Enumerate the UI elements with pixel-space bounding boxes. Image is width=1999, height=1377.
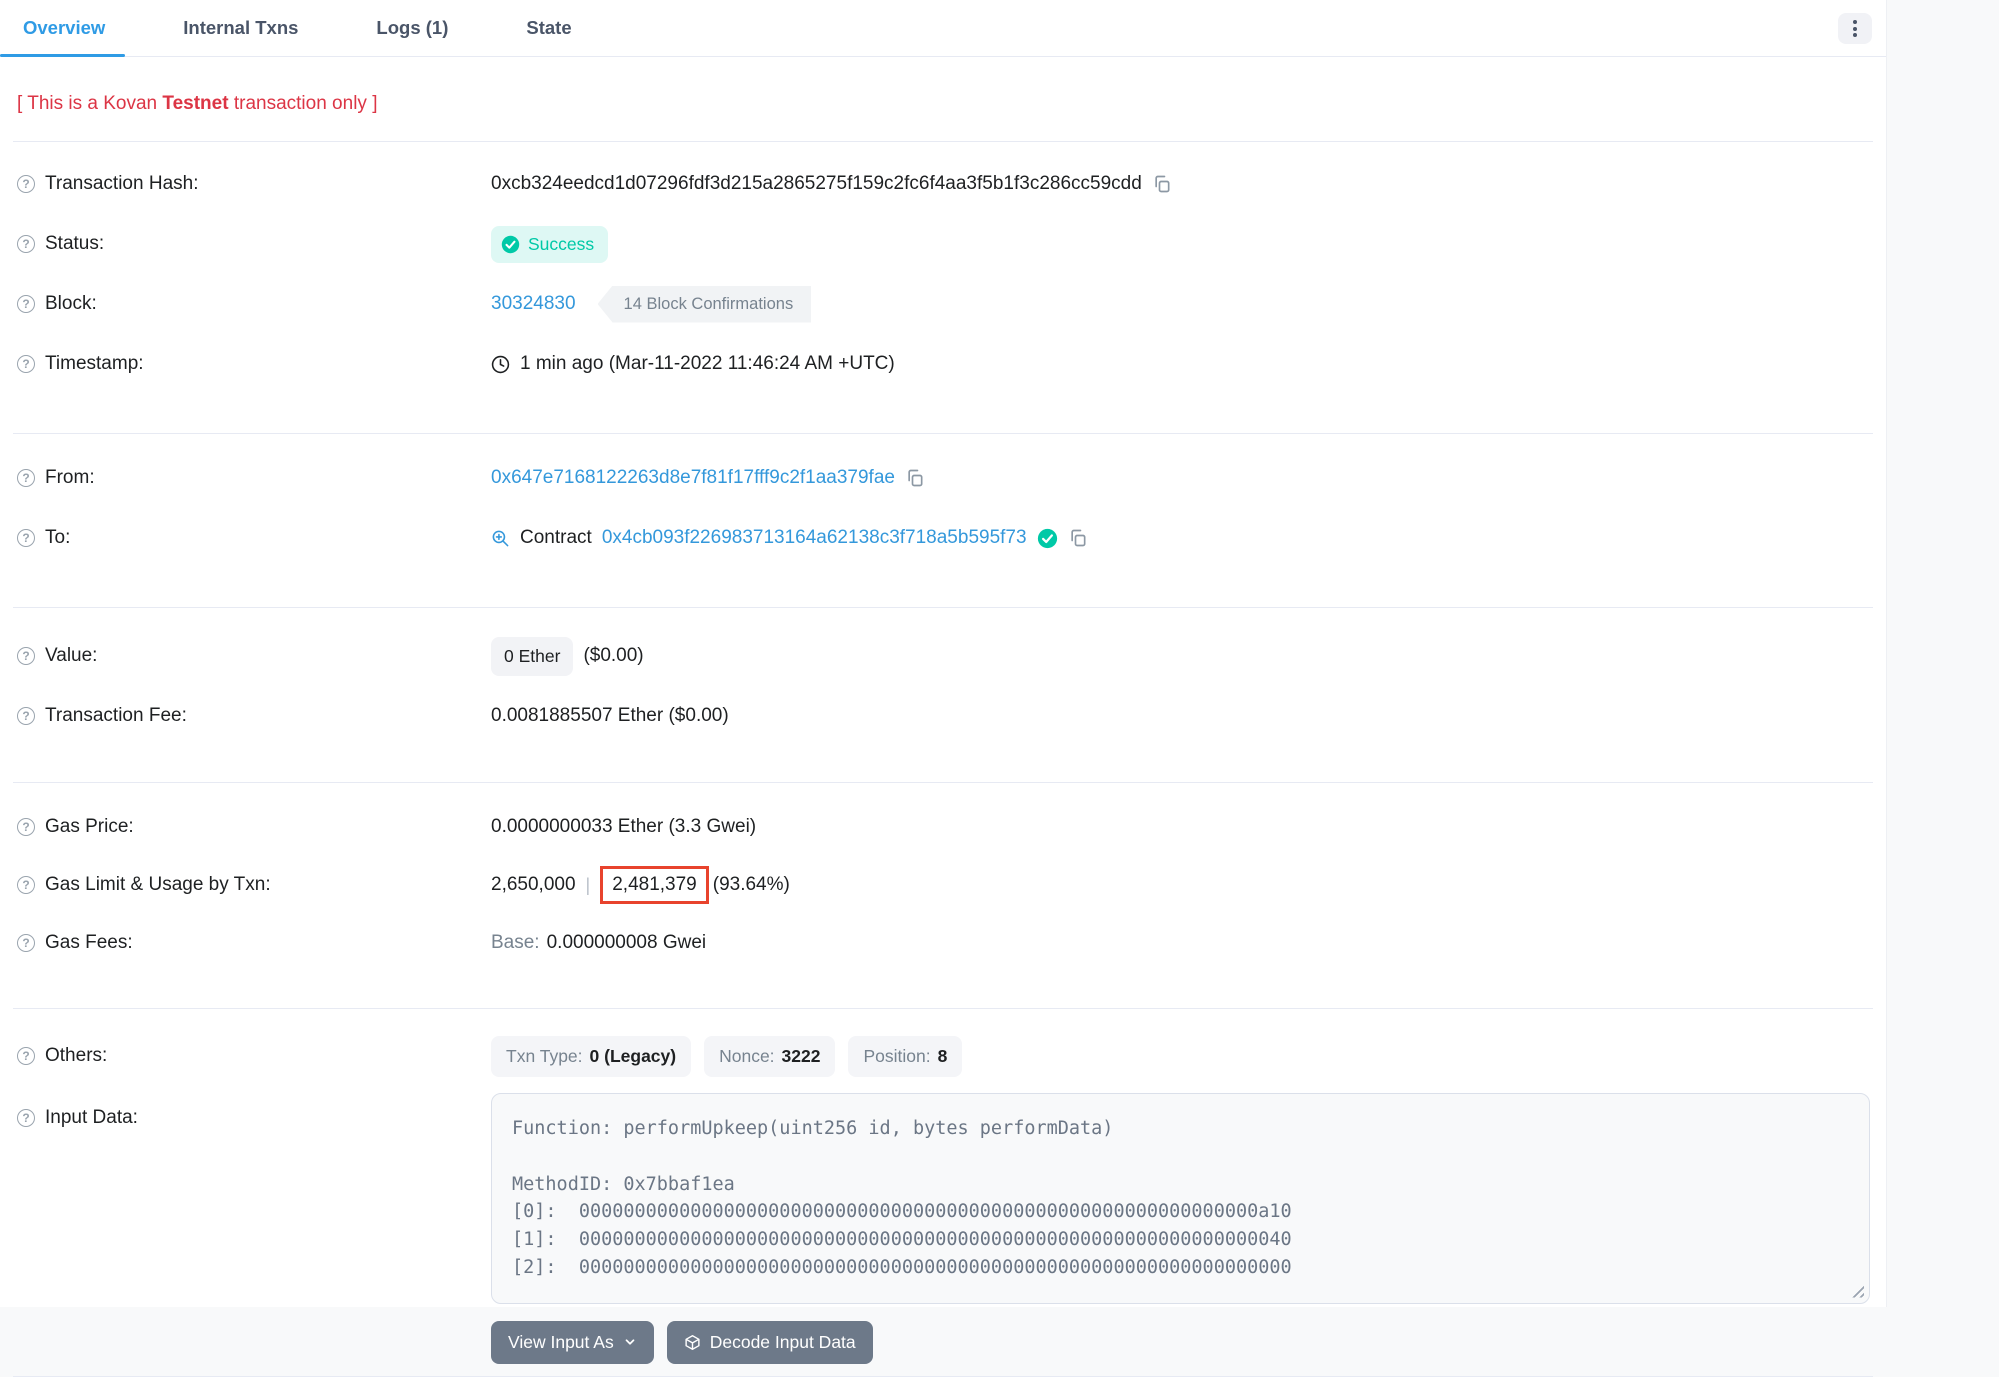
row-input-data: ? Input Data: Function: performUpkeep(ui… [0,1093,1886,1304]
tab-overview[interactable]: Overview [3,0,125,56]
row-block: ? Block: 30324830 14 Block Confirmations [0,274,1886,334]
help-icon[interactable]: ? [17,647,35,665]
group-value: ? Value: 0 Ether ($0.00) ? Transaction F… [0,608,1886,756]
position-badge: Position: 8 [848,1036,962,1077]
timestamp-value: 1 min ago (Mar-11-2022 11:46:24 AM +UTC) [520,353,895,375]
divider [13,1376,1873,1377]
help-icon[interactable]: ? [17,707,35,725]
gas-price-label: Gas Price: [45,816,134,838]
from-label: From: [45,467,95,489]
help-icon[interactable]: ? [17,469,35,487]
from-address-link[interactable]: 0x647e7168122263d8e7f81f17fff9c2f1aa379f… [491,467,895,489]
txn-type-badge: Txn Type: 0 (Legacy) [491,1036,691,1077]
transaction-fee-value: 0.0081885507 Ether ($0.00) [491,705,729,727]
group-summary: ? Transaction Hash: 0xcb324eedcd1d07296f… [0,142,1886,407]
row-transaction-hash: ? Transaction Hash: 0xcb324eedcd1d07296f… [0,154,1886,214]
group-addresses: ? From: 0x647e7168122263d8e7f81f17fff9c2… [0,434,1886,581]
nonce-badge: Nonce: 3222 [704,1036,835,1077]
input-data-content: Function: performUpkeep(uint256 id, byte… [512,1115,1849,1282]
gas-used-percent: (93.64%) [713,874,790,896]
row-gas-limit-usage: ? Gas Limit & Usage by Txn: 2,650,000 | … [0,856,1886,914]
gas-fees-label: Gas Fees: [45,932,133,954]
transaction-fee-label: Transaction Fee: [45,705,187,727]
usd-value: ($0.00) [583,645,643,667]
help-icon[interactable]: ? [17,529,35,547]
pipe-separator: | [586,875,591,896]
clock-icon [491,355,510,374]
gas-used-annotation-box: 2,481,379 [600,866,709,904]
row-value: ? Value: 0 Ether ($0.00) [0,626,1886,686]
gas-used-value: 2,481,379 [612,874,697,895]
verified-check-icon [1037,528,1058,549]
row-gas-fees: ? Gas Fees: Base: 0.000000008 Gwei [0,914,1886,972]
decode-input-data-button[interactable]: Decode Input Data [667,1321,873,1364]
value-label: Value: [45,645,97,667]
block-confirmations-badge: 14 Block Confirmations [598,286,812,323]
status-badge: Success [491,226,608,263]
zoom-in-icon[interactable] [491,529,510,548]
group-others-input: ? Others: Txn Type: 0 (Legacy) Nonce: 32… [0,1009,1886,1377]
block-number-link[interactable]: 30324830 [491,293,576,315]
status-label: Status: [45,233,104,255]
more-options-button[interactable] [1838,13,1872,44]
help-icon[interactable]: ? [17,1109,35,1127]
others-label: Others: [45,1045,107,1067]
gas-price-value: 0.0000000033 Ether (3.3 Gwei) [491,816,756,838]
row-timestamp: ? Timestamp: 1 min ago (Mar-11-2022 11:4… [0,334,1886,394]
base-fee-value: 0.000000008 Gwei [547,932,707,954]
to-label: To: [45,527,70,549]
copy-icon[interactable] [905,468,925,488]
copy-icon[interactable] [1068,528,1088,548]
row-to: ? To: Contract 0x4cb093f226983713164a621… [0,508,1886,568]
input-data-label: Input Data: [45,1107,138,1129]
chevron-down-icon [623,1335,637,1349]
to-contract-prefix: Contract [520,527,592,549]
help-icon[interactable]: ? [17,235,35,253]
tab-logs[interactable]: Logs (1) [356,0,468,56]
timestamp-label: Timestamp: [45,353,144,375]
tab-state[interactable]: State [506,0,591,56]
transaction-hash-value: 0xcb324eedcd1d07296fdf3d215a2865275f159c… [491,173,1142,195]
ether-value-badge: 0 Ether [491,637,573,676]
transaction-hash-label: Transaction Hash: [45,173,198,195]
help-icon[interactable]: ? [17,1047,35,1065]
gas-limit-label: Gas Limit & Usage by Txn: [45,874,271,896]
to-address-link[interactable]: 0x4cb093f226983713164a62138c3f718a5b595f… [602,527,1027,549]
help-icon[interactable]: ? [17,818,35,836]
row-from: ? From: 0x647e7168122263d8e7f81f17fff9c2… [0,448,1886,508]
row-transaction-fee: ? Transaction Fee: 0.0081885507 Ether ($… [0,686,1886,746]
copy-icon[interactable] [1152,174,1172,194]
base-fee-label: Base: [491,932,540,954]
cube-icon [684,1334,701,1351]
group-gas: ? Gas Price: 0.0000000033 Ether (3.3 Gwe… [0,783,1886,982]
row-gas-price: ? Gas Price: 0.0000000033 Ether (3.3 Gwe… [0,798,1886,856]
tab-bar: Overview Internal Txns Logs (1) State [0,0,1886,57]
kebab-icon [1853,20,1857,24]
row-status: ? Status: Success [0,214,1886,274]
gas-limit-value: 2,650,000 [491,874,576,896]
input-data-box[interactable]: Function: performUpkeep(uint256 id, byte… [491,1093,1870,1304]
tab-internal-txns[interactable]: Internal Txns [163,0,318,56]
block-label: Block: [45,293,97,315]
row-others: ? Others: Txn Type: 0 (Legacy) Nonce: 32… [0,1027,1886,1085]
help-icon[interactable]: ? [17,876,35,894]
help-icon[interactable]: ? [17,355,35,373]
help-icon[interactable]: ? [17,295,35,313]
help-icon[interactable]: ? [17,934,35,952]
input-data-actions: View Input As Decode Input Data [491,1321,1886,1364]
transaction-details-card: Overview Internal Txns Logs (1) State [ … [0,0,1887,1307]
testnet-warning: [ This is a Kovan Testnet transaction on… [0,57,1886,115]
check-circle-icon [501,235,520,254]
help-icon[interactable]: ? [17,175,35,193]
view-input-as-button[interactable]: View Input As [491,1321,654,1364]
